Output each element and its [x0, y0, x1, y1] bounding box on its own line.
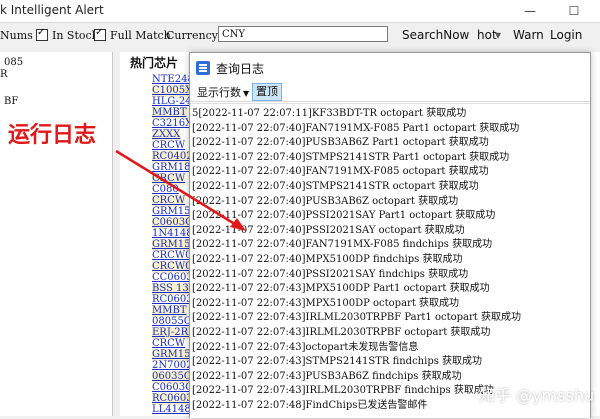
watermark: 知乎 @ymsshu — [479, 386, 595, 405]
annotation-arrow-icon — [115, 149, 246, 231]
